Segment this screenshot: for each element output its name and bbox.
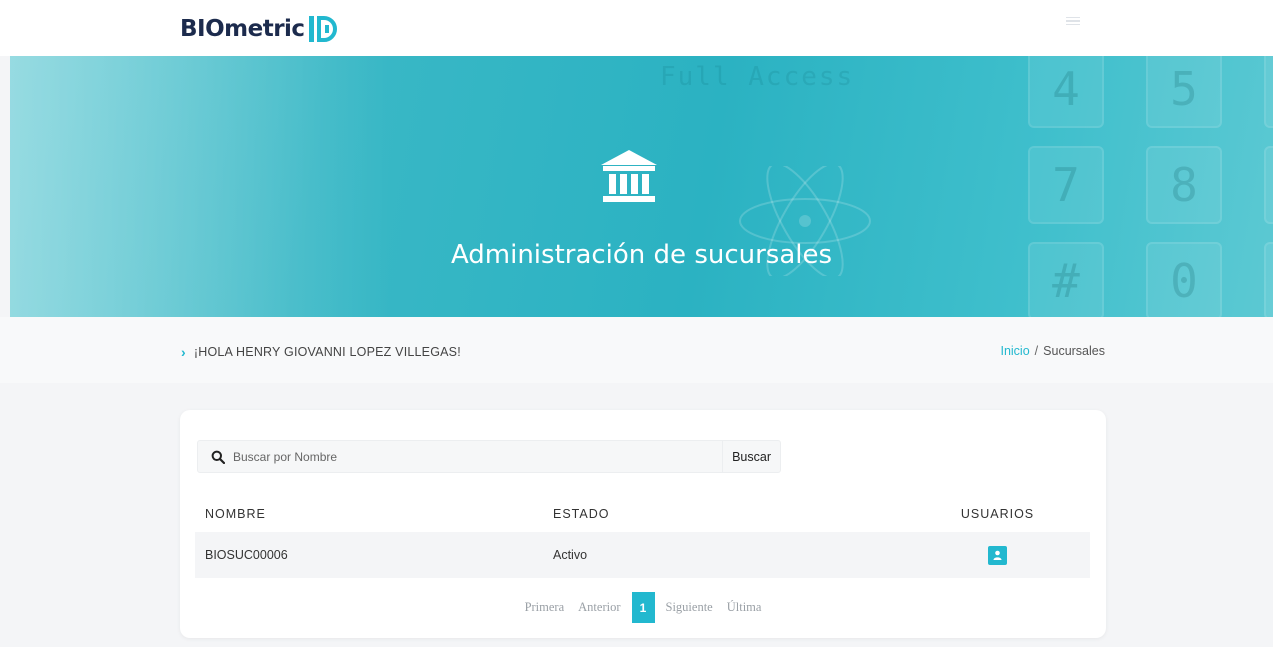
brand-text-bio: BIO	[180, 16, 225, 42]
user-icon	[993, 550, 1002, 560]
page-title: Administración de sucursales	[450, 240, 833, 270]
keypad-key: 4	[1028, 56, 1104, 128]
brand-text-metric: metric	[224, 16, 305, 42]
greeting-text: ¡HOLA HENRY GIOVANNI LOPEZ VILLEGAS!	[193, 345, 461, 359]
search-bar: Buscar	[197, 440, 781, 473]
table-header: NOMBRE ESTADO USUARIOS	[195, 496, 1090, 532]
breadcrumb-current: Sucursales	[1043, 344, 1105, 358]
hamburger-menu-icon[interactable]	[1066, 14, 1080, 28]
cell-usuarios	[905, 545, 1090, 565]
chevron-right-icon: ›	[181, 344, 186, 360]
search-icon	[211, 450, 225, 464]
column-header-nombre: NOMBRE	[205, 507, 266, 521]
table-row: BIOSUC00006 Activo	[195, 532, 1090, 578]
search-button[interactable]: Buscar	[722, 441, 780, 472]
hero-banner: Full Access 4 5 6 7 8 9 # 0 × Administra…	[10, 56, 1273, 317]
branches-table: NOMBRE ESTADO USUARIOS BIOSUC00006 Activ…	[195, 496, 1090, 578]
brand-logo[interactable]: BIO metric	[180, 14, 337, 44]
user-greeting: › ¡HOLA HENRY GIOVANNI LOPEZ VILLEGAS!	[181, 344, 461, 360]
greeting-bar: › ¡HOLA HENRY GIOVANNI LOPEZ VILLEGAS! I…	[0, 317, 1273, 383]
pagination-last[interactable]: Última	[720, 600, 769, 615]
keypad-watermark: 4 5 6 7 8 9 # 0 ×	[1028, 56, 1273, 317]
keypad-key: 5	[1146, 56, 1222, 128]
breadcrumb: Inicio / Sucursales	[1000, 344, 1105, 358]
bank-building-icon	[601, 150, 657, 202]
top-navbar: BIO metric	[0, 0, 1273, 56]
pagination-current-page[interactable]: 1	[631, 592, 655, 623]
cell-nombre: BIOSUC00006	[205, 548, 288, 562]
column-header-estado: ESTADO	[553, 507, 610, 521]
column-header-usuarios: USUARIOS	[960, 507, 1035, 521]
cell-estado: Activo	[553, 548, 588, 562]
banner-background-text: Full Access	[660, 62, 855, 92]
search-input[interactable]	[225, 441, 723, 472]
keypad-key: 6	[1264, 56, 1273, 128]
keypad-key: 7	[1028, 146, 1104, 224]
branches-card: Buscar NOMBRE ESTADO USUARIOS BIOSUC0000…	[180, 410, 1106, 638]
breadcrumb-home-link[interactable]: Inicio	[1000, 344, 1029, 358]
view-users-button[interactable]	[988, 545, 1007, 565]
banner-highlight	[10, 56, 390, 317]
keypad-key: 9	[1264, 146, 1273, 224]
pagination-next[interactable]: Siguiente	[659, 600, 720, 615]
breadcrumb-separator: /	[1034, 344, 1039, 358]
pagination-prev[interactable]: Anterior	[571, 600, 627, 615]
pagination: Primera Anterior 1 Siguiente Última	[180, 592, 1106, 623]
brand-id-mark-icon	[308, 16, 337, 42]
keypad-key: 8	[1146, 146, 1222, 224]
pagination-first[interactable]: Primera	[518, 600, 572, 615]
